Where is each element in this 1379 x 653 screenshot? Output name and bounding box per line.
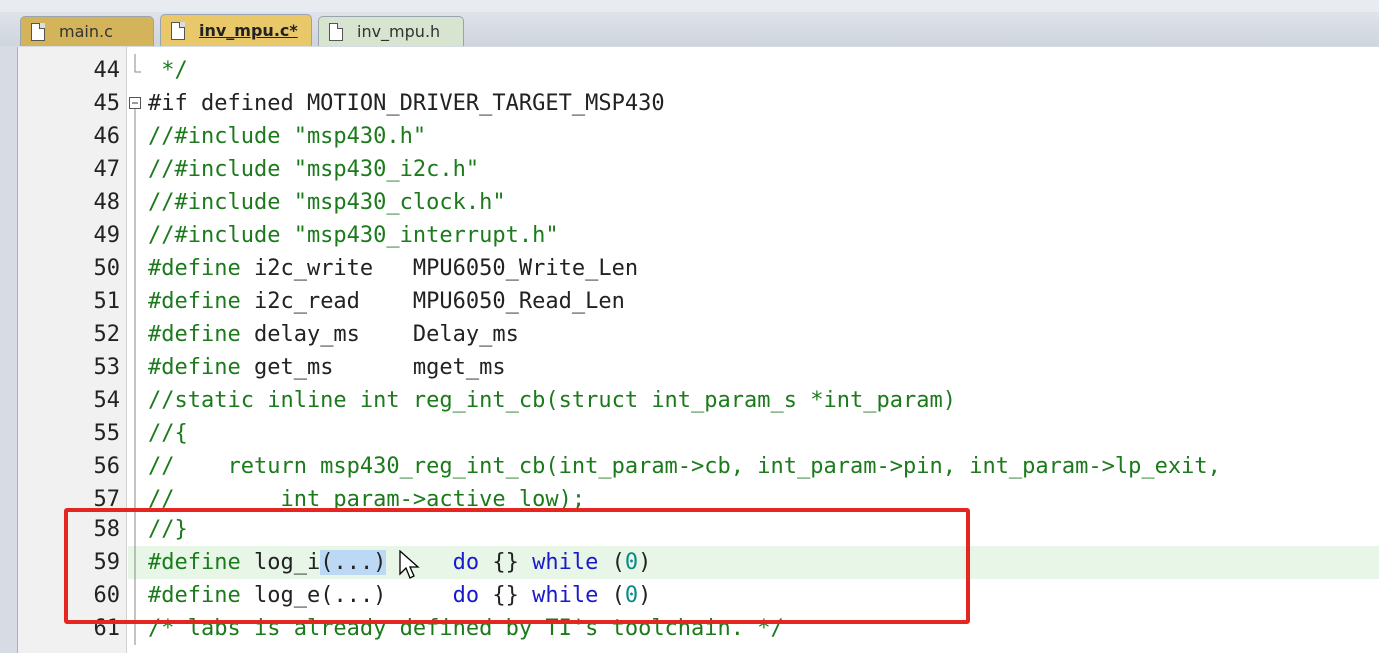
code-line: 45 #if defined MOTION_DRIVER_TARGET_MSP4…: [0, 87, 1379, 120]
code-text: //static inline int reg_int_cb(struct in…: [148, 388, 956, 413]
code-line: 56 // return msp430_reg_int_cb(int_param…: [0, 450, 1379, 483]
code-line: 50 #define i2c_write MPU6050_Write_Len: [0, 252, 1379, 285]
fold-line: [134, 120, 136, 153]
code-line: 47 //#include "msp430_i2c.h": [0, 153, 1379, 186]
tab-label: main.c: [59, 22, 113, 41]
fold-collapse-icon[interactable]: [128, 87, 142, 120]
line-number: 48: [93, 190, 121, 215]
code-text: #if defined MOTION_DRIVER_TARGET_MSP430: [148, 91, 665, 116]
line-number: 54: [93, 388, 121, 413]
line-number: 46: [93, 124, 121, 149]
tab-label: inv_mpu.h: [357, 22, 441, 41]
fold-line: [134, 186, 136, 219]
line-number: 50: [93, 256, 121, 281]
code-text: //{: [148, 421, 188, 446]
fold-line: [134, 318, 136, 351]
tab-main-c[interactable]: main.c: [20, 16, 154, 46]
line-number: 52: [93, 322, 121, 347]
fold-line: [134, 417, 136, 450]
code-text: #define delay_ms Delay_ms: [148, 318, 519, 351]
code-line: 55 //{: [0, 417, 1379, 450]
code-line: 54 //static inline int reg_int_cb(struct…: [0, 384, 1379, 417]
define-keyword: #define: [148, 322, 241, 347]
code-text: */: [148, 58, 188, 83]
code-line: 44 */: [0, 54, 1379, 87]
fold-line: [134, 450, 136, 483]
define-keyword: #define: [148, 289, 241, 314]
code-text: #define i2c_read MPU6050_Read_Len: [148, 285, 625, 318]
code-text: //#include "msp430_i2c.h": [148, 157, 480, 182]
fold-line: [134, 351, 136, 384]
red-annotation-box: [64, 508, 970, 624]
fold-line: [134, 153, 136, 186]
code-text: //#include "msp430_interrupt.h": [148, 223, 559, 248]
code-line: 52 #define delay_ms Delay_ms: [0, 318, 1379, 351]
file-icon: [329, 22, 343, 41]
file-icon: [31, 22, 45, 41]
fold-end-icon: [134, 54, 141, 73]
code-text: //#include "msp430_clock.h": [148, 190, 506, 215]
fold-line: [134, 285, 136, 318]
tab-inv-mpu-h[interactable]: inv_mpu.h: [318, 16, 464, 46]
line-number: 55: [93, 421, 121, 446]
code-text: // return msp430_reg_int_cb(int_param->c…: [148, 454, 1221, 479]
define-body: delay_ms Delay_ms: [240, 322, 519, 347]
line-number: 47: [93, 157, 121, 182]
fold-line: [134, 384, 136, 417]
line-number: 56: [93, 454, 121, 479]
code-line: 48 //#include "msp430_clock.h": [0, 186, 1379, 219]
fold-line: [134, 252, 136, 285]
define-body: i2c_read MPU6050_Read_Len: [240, 289, 625, 314]
line-number: 53: [93, 355, 121, 380]
code-line: 51 #define i2c_read MPU6050_Read_Len: [0, 285, 1379, 318]
file-icon: [171, 21, 185, 40]
define-keyword: #define: [148, 355, 241, 380]
line-number: 44: [93, 58, 121, 83]
code-text: //#include "msp430.h": [148, 124, 427, 149]
define-keyword: #define: [148, 256, 241, 281]
mouse-pointer-icon: [399, 550, 420, 579]
fold-line: [134, 219, 136, 252]
line-number: 51: [93, 289, 121, 314]
code-line: 49 //#include "msp430_interrupt.h": [0, 219, 1379, 252]
code-text: #define get_ms mget_ms: [148, 351, 506, 384]
line-number: 49: [93, 223, 121, 248]
define-body: i2c_write MPU6050_Write_Len: [240, 256, 639, 281]
code-text: #define i2c_write MPU6050_Write_Len: [148, 252, 638, 285]
code-line: 46 //#include "msp430.h": [0, 120, 1379, 153]
code-line: 53 #define get_ms mget_ms: [0, 351, 1379, 384]
tab-label: inv_mpu.c*: [199, 21, 298, 40]
tab-bar: main.c inv_mpu.h inv_mpu.c*: [0, 12, 1379, 46]
line-number: 45: [93, 91, 121, 116]
define-body: get_ms mget_ms: [240, 355, 506, 380]
tab-inv-mpu-c-active[interactable]: inv_mpu.c*: [160, 14, 312, 46]
